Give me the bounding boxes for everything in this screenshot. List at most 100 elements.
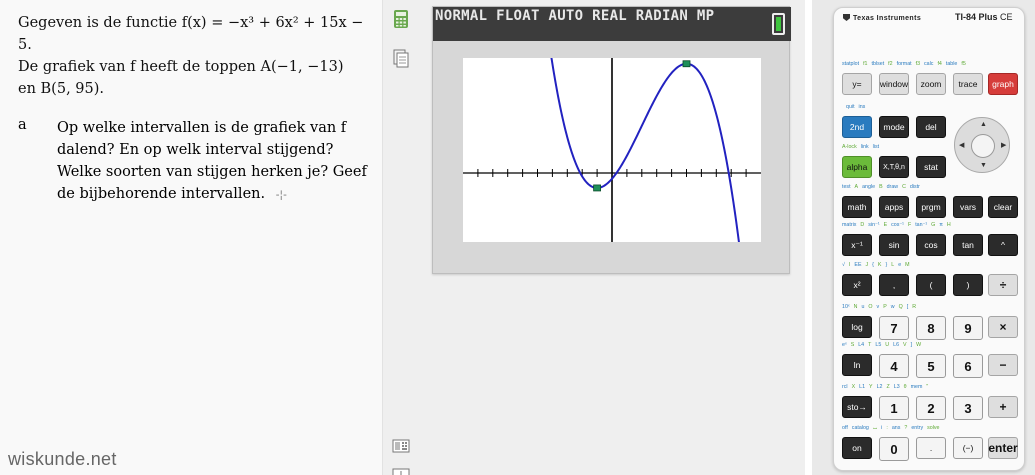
key-clear[interactable]: clear — [988, 196, 1018, 218]
key-alpha[interactable]: alpha — [842, 156, 872, 178]
key-zoom[interactable]: zoom — [916, 73, 946, 95]
secondary-labels-row: √ I EE J{K} Le M — [842, 262, 914, 268]
key-tan[interactable]: tan — [953, 234, 983, 256]
secondary-label: EE — [854, 262, 862, 268]
battery-icon — [772, 13, 785, 35]
question-label: a — [18, 117, 27, 133]
secondary-label: X — [851, 384, 856, 390]
key-8[interactable]: 8 — [916, 316, 946, 340]
key-trace[interactable]: trace — [953, 73, 983, 95]
key-mode[interactable]: mode — [879, 116, 909, 138]
secondary-label: " — [926, 384, 929, 390]
key-5[interactable]: 5 — [916, 354, 946, 378]
extrema-statement: De grafiek van f heeft de toppen A(−1, −… — [18, 59, 344, 97]
key-graph[interactable]: graph — [988, 73, 1018, 95]
key-log[interactable]: log — [842, 316, 872, 338]
key-comma[interactable]: , — [879, 274, 909, 296]
key-apps[interactable]: apps — [879, 196, 909, 218]
key-caret[interactable]: ^ — [988, 234, 1018, 256]
key-1[interactable]: 1 — [879, 396, 909, 420]
arrow-left-icon[interactable]: ◀ — [959, 141, 964, 149]
keyboard-icon[interactable] — [392, 436, 410, 456]
secondary-label: ans — [891, 425, 901, 431]
secondary-labels-row: quit ins — [842, 104, 869, 110]
key-0[interactable]: 0 — [879, 437, 909, 461]
key-prgm[interactable]: prgm — [916, 196, 946, 218]
secondary-label: S — [850, 342, 855, 348]
secondary-label: Z — [886, 384, 890, 390]
key-2nd[interactable]: 2nd — [842, 116, 872, 138]
secondary-labels-row: A-lock link list — [842, 144, 883, 150]
secondary-label: θ — [903, 384, 907, 390]
question-body: Op welke intervallen is de grafiek van f… — [57, 120, 367, 202]
key-multiply[interactable]: × — [988, 316, 1018, 338]
key-right-paren[interactable]: ) — [953, 274, 983, 296]
key-on[interactable]: on — [842, 437, 872, 459]
key-4[interactable]: 4 — [879, 354, 909, 378]
key-plus[interactable]: + — [988, 396, 1018, 418]
secondary-label: D — [860, 222, 865, 228]
copy-icon[interactable] — [392, 49, 410, 69]
secondary-label: B — [879, 184, 883, 190]
key-decimal[interactable]: . — [916, 437, 946, 459]
key-minus[interactable]: − — [988, 354, 1018, 376]
secondary-label: tan⁻¹ — [915, 222, 928, 228]
key-3[interactable]: 3 — [953, 396, 983, 420]
secondary-label: mem — [910, 384, 923, 390]
secondary-label: F — [907, 222, 912, 228]
secondary-label: √ — [842, 262, 845, 268]
secondary-label: i — [881, 425, 883, 431]
key-6[interactable]: 6 — [953, 354, 983, 378]
key-cos[interactable]: cos — [916, 234, 946, 256]
key-7[interactable]: 7 — [879, 316, 909, 340]
calculator-icon[interactable] — [392, 9, 410, 29]
arrow-right-icon[interactable]: ▶ — [1001, 141, 1006, 149]
expand-icon[interactable] — [392, 465, 410, 475]
key-divide[interactable]: ÷ — [988, 274, 1018, 296]
key-store[interactable]: sto→ — [842, 396, 872, 418]
secondary-label: e — [898, 262, 902, 268]
key-negate[interactable]: (−) — [953, 437, 983, 459]
key-y[interactable]: y= — [842, 73, 872, 95]
key-enter[interactable]: enter — [988, 437, 1018, 459]
secondary-label: L4 — [858, 342, 865, 348]
key-inverse[interactable]: x⁻¹ — [842, 234, 872, 256]
key-x-t-n[interactable]: X,T,θ,n — [879, 156, 909, 178]
secondary-label: 10ˣ — [842, 304, 850, 310]
secondary-label: [ — [906, 304, 909, 310]
key-sin[interactable]: sin — [879, 234, 909, 256]
secondary-label: A-lock — [842, 144, 857, 150]
secondary-label: O — [868, 304, 873, 310]
secondary-label: L6 — [893, 342, 900, 348]
key-del[interactable]: del — [916, 116, 946, 138]
key-vars[interactable]: vars — [953, 196, 983, 218]
secondary-label: J — [865, 262, 869, 268]
arrow-pad[interactable]: ▲ ▼ ◀ ▶ — [954, 117, 1010, 173]
function-statement: Gegeven is de functie f(x) = −x³ + 6x² +… — [18, 15, 364, 53]
key-ln[interactable]: ln — [842, 354, 872, 376]
secondary-label: L1 — [859, 384, 866, 390]
secondary-label: : — [886, 425, 888, 431]
key-square[interactable]: x² — [842, 274, 872, 296]
secondary-label: G — [931, 222, 936, 228]
secondary-labels-row: matrix Dsin⁻¹ Ecos⁻¹ Ftan⁻¹ Gπ H — [842, 222, 955, 228]
secondary-label: solve — [927, 425, 940, 431]
secondary-label: test — [842, 184, 851, 190]
key-stat[interactable]: stat — [916, 156, 946, 178]
secondary-label: π — [939, 222, 943, 228]
secondary-label: f1 — [863, 61, 868, 67]
key-left-paren[interactable]: ( — [916, 274, 946, 296]
secondary-label: ] — [910, 342, 913, 348]
graph-plot — [463, 58, 761, 242]
secondary-label: { — [872, 262, 874, 268]
key-math[interactable]: math — [842, 196, 872, 218]
key-9[interactable]: 9 — [953, 316, 983, 340]
secondary-label: list — [872, 144, 880, 150]
secondary-label: V — [903, 342, 907, 348]
secondary-label: W — [916, 342, 922, 348]
arrow-down-icon[interactable]: ▼ — [980, 162, 987, 169]
secondary-label: H — [946, 222, 951, 228]
arrow-up-icon[interactable]: ▲ — [980, 121, 987, 128]
key-2[interactable]: 2 — [916, 396, 946, 420]
key-window[interactable]: window — [879, 73, 909, 95]
